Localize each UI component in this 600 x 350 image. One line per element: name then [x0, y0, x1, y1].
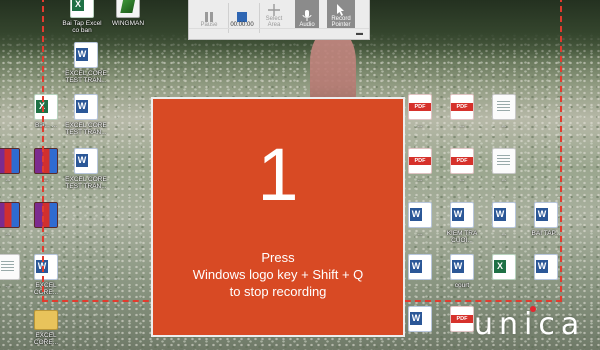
- toolbar-footer: ▬: [189, 28, 369, 39]
- audio-toggle-button[interactable]: Audio: [295, 0, 319, 28]
- select-area-button[interactable]: Select Area: [261, 0, 287, 28]
- logo-dot-icon: [530, 306, 536, 312]
- pause-icon: [205, 12, 213, 22]
- archive-icon: [0, 148, 20, 174]
- document-icon: [0, 254, 20, 280]
- stop-icon: [237, 12, 247, 22]
- pause-button[interactable]: Pause: [191, 0, 227, 28]
- stop-instruction: Press Windows logo key + Shift + Q to st…: [192, 250, 364, 299]
- record-pointer-toggle-button[interactable]: Record Pointer: [327, 0, 355, 28]
- word-file-icon: [408, 306, 432, 332]
- countdown-overlay: 1 Press Windows logo key + Shift + Q to …: [151, 97, 405, 337]
- pin-icon[interactable]: ▬: [356, 30, 363, 37]
- folder-icon: [34, 310, 58, 330]
- microphone-icon: [302, 10, 312, 21]
- pdf-file-icon: [450, 306, 474, 332]
- countdown-number: 1: [257, 133, 299, 216]
- plus-crosshair-icon: [268, 4, 280, 16]
- desktop-icon-folder[interactable]: EXCEL CORE...: [24, 304, 68, 346]
- unica-logo: unica: [474, 306, 586, 342]
- archive-icon: [0, 202, 20, 228]
- recording-toolbar: Pause 00:00:00 Select Area Audio Record …: [188, 0, 370, 40]
- mouse-pointer-icon: [337, 4, 344, 16]
- stop-button[interactable]: 00:00:00: [229, 0, 255, 28]
